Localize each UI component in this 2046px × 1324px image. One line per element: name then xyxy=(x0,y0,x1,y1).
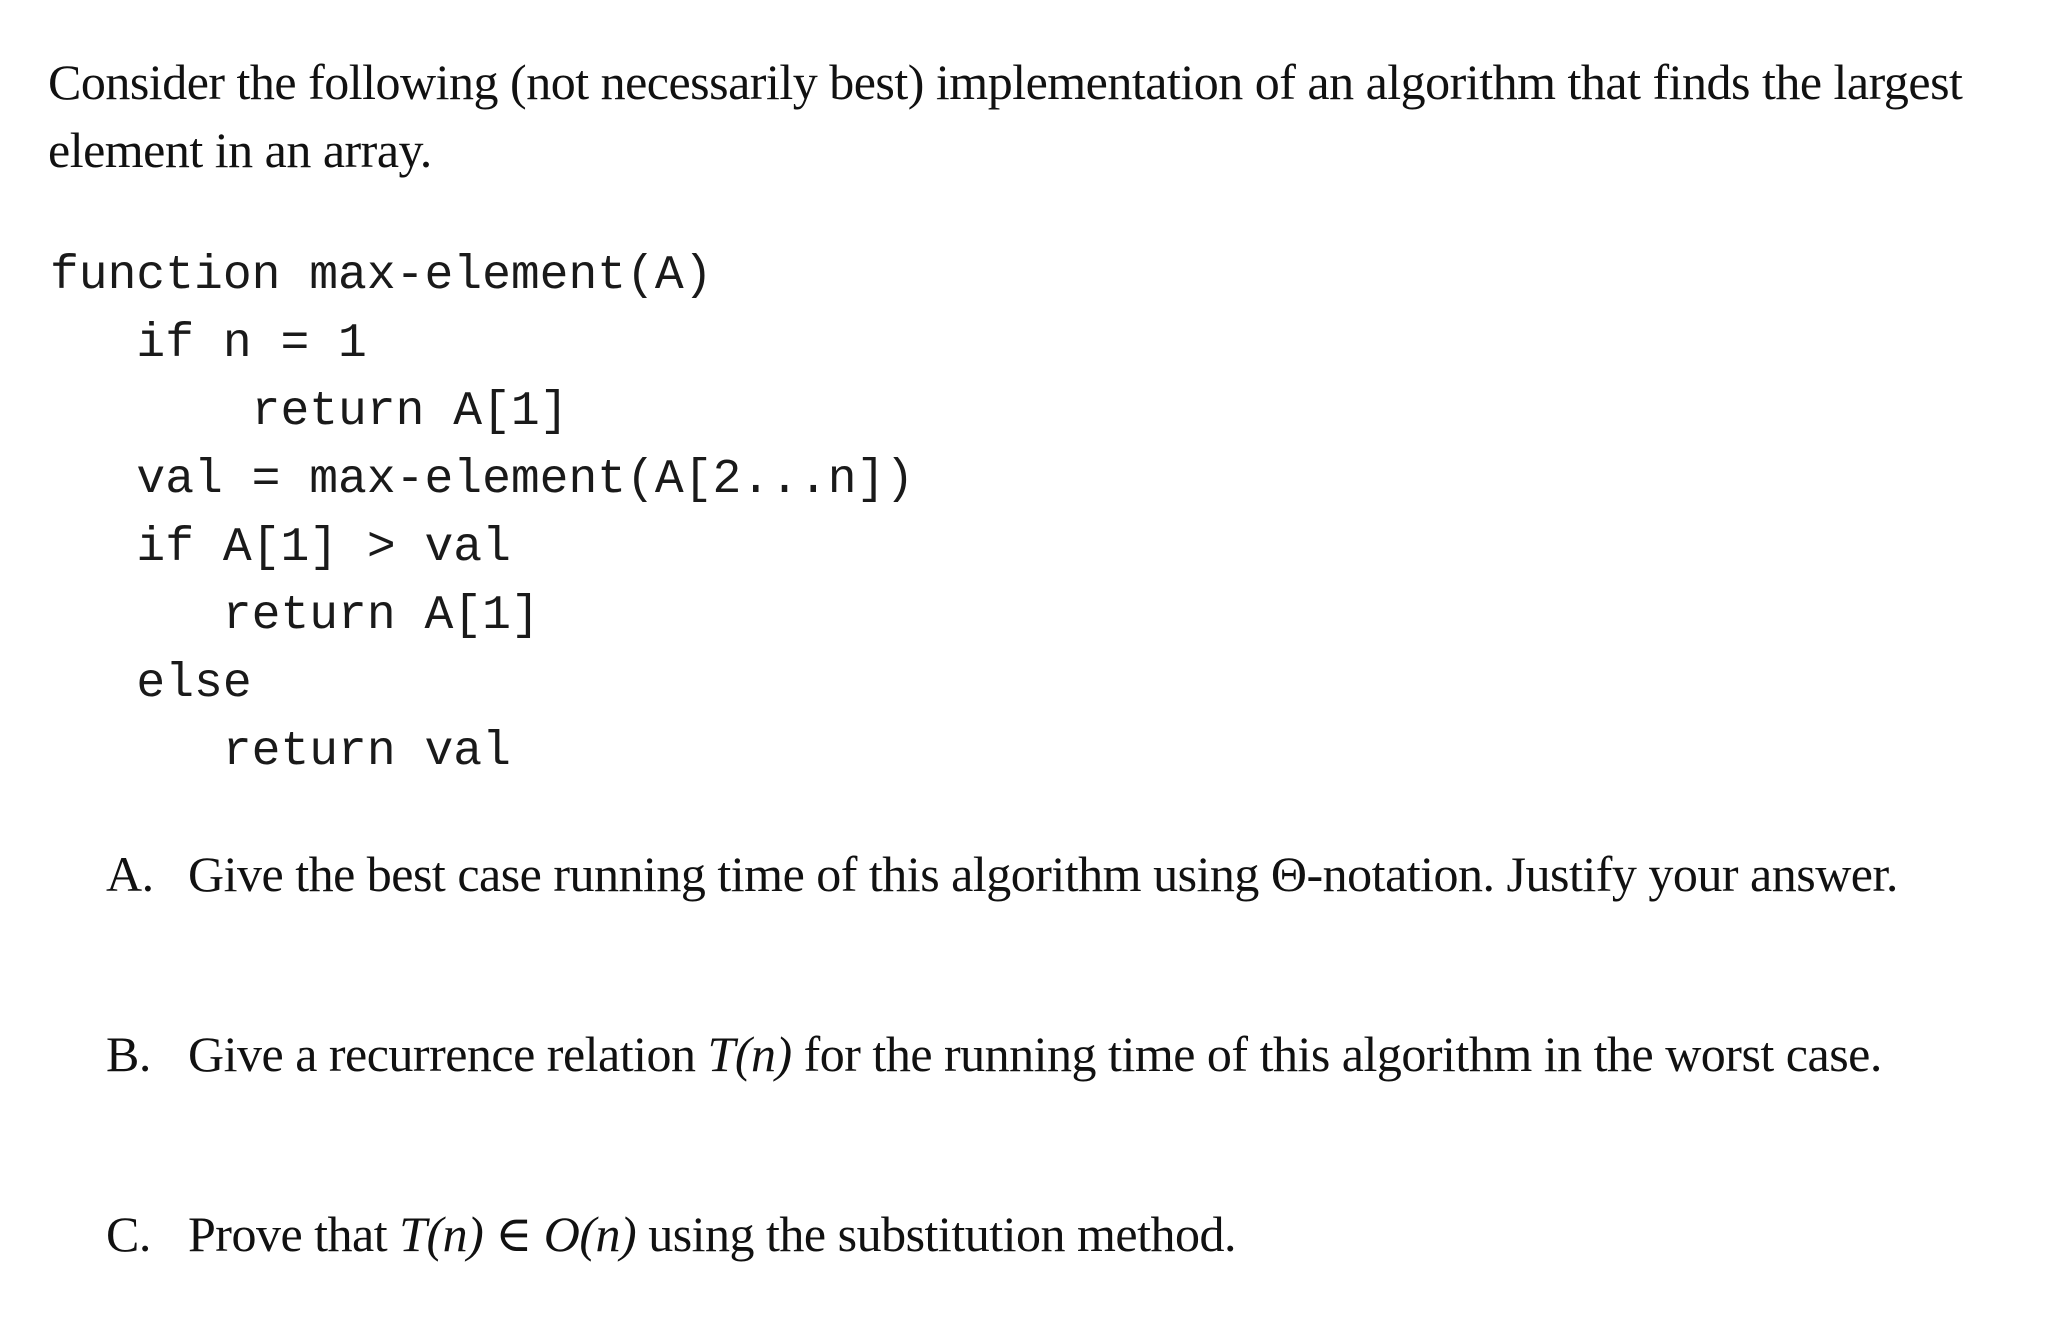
question-label: A. xyxy=(106,846,154,902)
code-line: return A[1] xyxy=(50,589,540,643)
code-block: function max-element(A) if n = 1 return … xyxy=(50,242,914,786)
code-line: val = max-element(A[2...n]) xyxy=(50,453,915,507)
document-page: Consider the following (not necessarily … xyxy=(0,0,2046,1324)
code-line: if A[1] > val xyxy=(50,521,511,575)
question-text-part: for the running time of this algorithm i… xyxy=(791,1026,1883,1082)
question-text: Prove that T(n) ∈ O(n) using the substit… xyxy=(188,1200,2000,1268)
intro-paragraph: Consider the following (not necessarily … xyxy=(48,54,1963,178)
question-text-part: Prove that xyxy=(188,1206,400,1262)
math-expression: T(n) xyxy=(707,1026,793,1082)
question-label: B. xyxy=(106,1026,151,1082)
question-text-part: using the substitution method. xyxy=(636,1206,1236,1262)
question-text: Give the best case running time of this … xyxy=(188,846,1898,902)
code-line: return A[1] xyxy=(50,385,569,439)
math-expression: T(n) xyxy=(399,1206,484,1262)
question-text-part: Give a recurrence relation xyxy=(188,1026,708,1082)
question-label: C. xyxy=(106,1206,151,1262)
element-of-symbol: ∈ xyxy=(483,1206,544,1262)
code-line: return val xyxy=(50,725,511,779)
code-line: else xyxy=(50,657,252,711)
question-text: Give a recurrence relation T(n) for the … xyxy=(188,1020,2000,1088)
code-line: if n = 1 xyxy=(50,317,367,371)
math-expression: O(n) xyxy=(543,1206,637,1262)
code-line: function max-element(A) xyxy=(50,249,713,303)
